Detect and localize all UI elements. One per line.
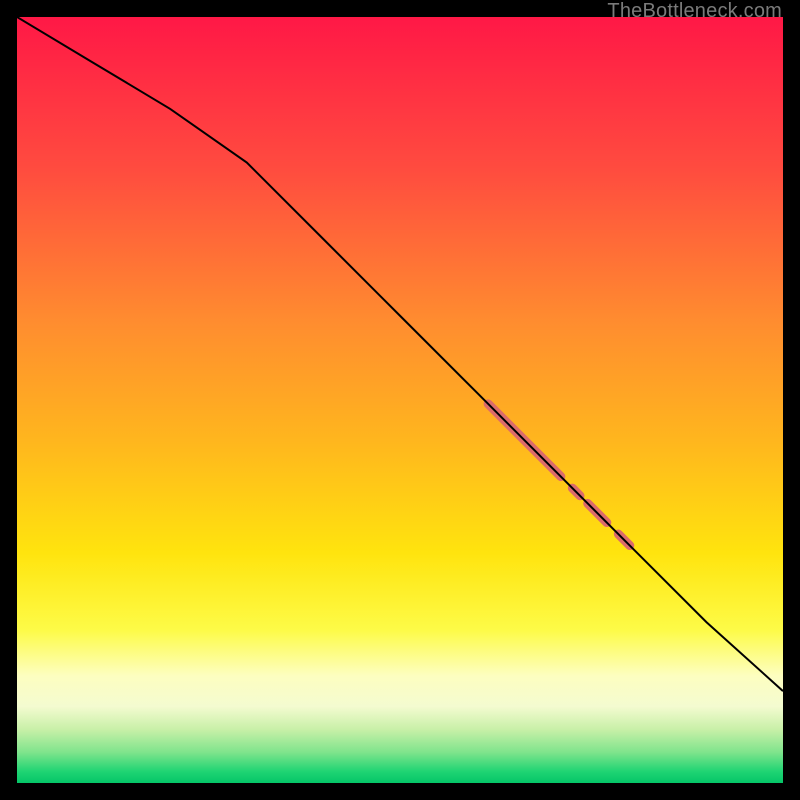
plot-area — [17, 17, 783, 783]
main-curve — [17, 17, 783, 691]
chart-lines — [17, 17, 783, 783]
chart-frame: TheBottleneck.com — [0, 0, 800, 800]
watermark-text: TheBottleneck.com — [607, 0, 782, 23]
